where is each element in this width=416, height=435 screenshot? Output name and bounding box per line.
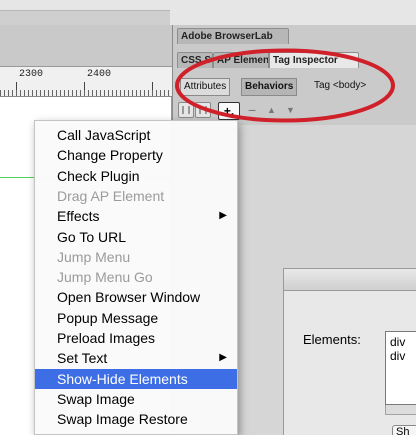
menu-item-label: Jump Menu Go [57, 269, 153, 286]
show-button[interactable]: Sh [392, 425, 416, 435]
menu-item[interactable]: Popup Message [35, 308, 237, 328]
ruler-ticks [0, 90, 172, 96]
menu-item-label: Preload Images [57, 330, 156, 346]
menu-item[interactable]: Effects ▶ [35, 206, 237, 226]
horizontal-ruler[interactable]: 2300 2400 [0, 67, 172, 97]
document-tab-bar [0, 10, 170, 25]
menu-item-label: Set Text [57, 350, 108, 367]
elements-label: Elements: [303, 332, 361, 347]
menu-item[interactable]: Open Browser Window [35, 287, 237, 307]
menu-item-label: Swap Image Restore [57, 411, 188, 428]
dialog-titlebar[interactable] [284, 269, 416, 291]
menu-item-label: Drag AP Element [57, 187, 165, 204]
list-item[interactable]: div [390, 349, 405, 363]
menu-item-label: Effects [57, 208, 100, 225]
menu-item[interactable]: Go To URL [35, 227, 237, 247]
menu-item[interactable]: Validate Form [35, 430, 237, 435]
menu-item[interactable]: Swap Image Restore [35, 409, 237, 429]
list-item[interactable]: div [390, 335, 405, 349]
submenu-arrow-icon: ▶ [219, 352, 227, 364]
menu-item[interactable]: Jump Menu Go [35, 267, 237, 287]
menu-item-label: Popup Message [57, 309, 159, 326]
menu-item[interactable]: Swap Image [35, 389, 237, 409]
top-strip [0, 0, 416, 25]
menu-item-label: Validate Form [57, 432, 143, 435]
menu-item[interactable]: Change Property [35, 145, 237, 165]
menu-item-label: Go To URL [57, 228, 126, 245]
menu-item[interactable]: Call JavaScript [35, 125, 237, 145]
annotation-ellipse [175, 48, 395, 123]
behaviors-menu: Call JavaScript Change Property Check Plug… [34, 120, 238, 435]
menu-item-label: Swap Image [57, 390, 135, 407]
document-header [0, 25, 172, 67]
ruler-label: 2300 [19, 69, 44, 80]
menu-item-label: Call JavaScript [57, 127, 151, 143]
menu-item[interactable]: Drag AP Element [35, 186, 237, 206]
tab-adobe-browserlab[interactable]: Adobe BrowserLab [177, 28, 289, 44]
menu-item-label: Show-Hide Elements [57, 370, 188, 387]
list-scrollbar[interactable] [385, 405, 416, 415]
ruler-label: 2400 [87, 69, 112, 80]
menu-item[interactable]: Jump Menu [35, 247, 237, 267]
menu-item-label: Change Property [57, 147, 163, 164]
menu-item[interactable]: Preload Images [35, 328, 237, 348]
show-hide-dialog: Elements: div div Sh [283, 268, 416, 435]
menu-item-label: Open Browser Window [57, 289, 201, 306]
menu-item-label: Check Plugin [57, 167, 140, 184]
menu-item[interactable]: Set Text ▶ [35, 348, 237, 368]
menu-item-label: Jump Menu [57, 248, 131, 265]
submenu-arrow-icon: ▶ [219, 210, 227, 222]
menu-item[interactable]: Check Plugin [35, 166, 237, 186]
elements-list[interactable]: div div [385, 331, 416, 405]
menu-item[interactable]: Show-Hide Elements [35, 368, 237, 389]
